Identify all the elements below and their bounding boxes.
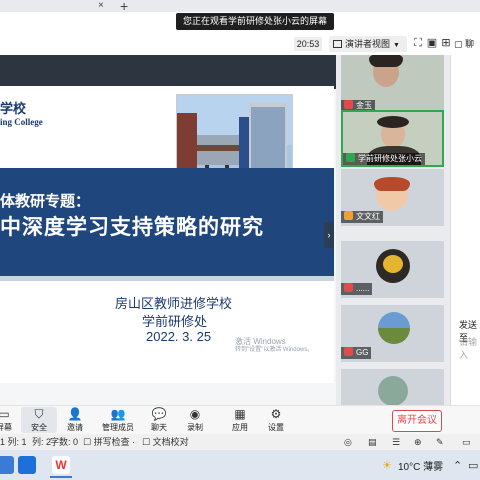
avatar [378, 376, 408, 405]
chat-button[interactable]: 💬 聊天 [141, 407, 177, 433]
member-list-icon[interactable]: ⊞ [440, 37, 452, 49]
slide-title: 中深度学习支持策略的研究 [0, 216, 264, 239]
slide-department: 学前研修处 [142, 314, 208, 329]
view-grid-icon [333, 40, 342, 48]
invite-label: 邀请 [67, 423, 83, 432]
record-button[interactable]: ◉ 录制 [177, 407, 213, 433]
layout-icon[interactable]: ▣ [426, 37, 438, 49]
meeting-timer: 20:53 [294, 37, 322, 51]
slide-date: 2022. 3. 25 [146, 329, 212, 344]
user-icon [344, 211, 353, 220]
invite-icon: 👤 [67, 407, 83, 421]
participant-tile[interactable]: 金玉 [341, 55, 444, 112]
participant-name: 金玉 [356, 101, 372, 110]
tray-icon[interactable]: ▭ [468, 459, 478, 472]
security-label: 安全 [31, 423, 47, 432]
weather-icon[interactable]: ☀ [382, 459, 392, 472]
slide-school-name: 学校 [0, 101, 27, 116]
gear-icon: ⚙ [270, 407, 282, 421]
record-label: 录制 [187, 423, 203, 432]
spell-check-label: 拼写检查 · [93, 437, 136, 447]
zoom-icon[interactable]: ▭ [462, 434, 471, 450]
participant-tile[interactable]: 文文红 [341, 169, 444, 226]
participant-name-tag: GG [341, 347, 372, 359]
slide-school-english: ing College [0, 117, 43, 127]
share-screen-label: 屏幕 [0, 423, 12, 432]
weather-text[interactable]: 10°C 薄雾 [398, 458, 443, 473]
slide-top-band [0, 55, 336, 89]
screen-share-banner: 您正在观看学前研修处张小云的屏幕 [176, 13, 334, 30]
chat-icon: ▢ [454, 39, 463, 49]
share-screen-button[interactable]: ▭ 屏幕 [0, 407, 22, 433]
page-view-icon[interactable]: ▤ [368, 434, 377, 450]
spell-check-button[interactable]: ☐ 拼写检查 · [83, 434, 135, 450]
slide-subtitle: 体教研专题： [0, 193, 91, 210]
chevron-down-icon: ▼ [393, 42, 400, 49]
taskbar-app-icon[interactable] [0, 456, 14, 474]
view-mode-label: 演讲者视图 [345, 39, 391, 49]
windows-activation-watermark: 激活 Windows 转到"设置"以激活 Windows。 [235, 337, 313, 355]
mic-on-icon [346, 153, 355, 162]
shield-icon: ⛉ [34, 407, 44, 421]
chat-button-label: 聊天 [151, 423, 167, 432]
proofread-label: 文档校对 [152, 437, 189, 447]
record-icon: ◉ [189, 407, 201, 421]
wps-icon[interactable]: W [52, 456, 70, 474]
participant-tile[interactable]: GG [341, 305, 444, 362]
participant-tile[interactable] [341, 369, 444, 405]
fullscreen-icon[interactable]: ⛶ [412, 37, 424, 49]
meeting-window: × + 您正在观看学前研修处张小云的屏幕 20:53 演讲者视图 ▼ ⛶ ▣ ⊞ … [0, 0, 480, 480]
settings-label: 设置 [268, 423, 284, 432]
participant-name-tag: ...... [341, 283, 373, 295]
settings-button[interactable]: ⚙ 设置 [258, 407, 294, 433]
chevron-up-icon[interactable]: ⌃ [453, 459, 462, 472]
active-app-indicator [50, 476, 72, 478]
edit-icon[interactable]: ✎ [436, 434, 444, 450]
section-count: 列: 2 [32, 437, 52, 447]
apps-label: 应用 [232, 423, 248, 432]
document-icon: ☐ [142, 437, 151, 447]
participant-name-tag: 学前研修处张小云 [343, 153, 425, 165]
chat-input[interactable]: 请输入 [459, 335, 480, 361]
participant-name-tag: 文文红 [341, 211, 383, 223]
apps-icon: ▦ [234, 407, 246, 421]
security-button[interactable]: ⛉ 安全 [21, 407, 57, 433]
members-icon: 👥 [110, 407, 126, 421]
participant-name: ...... [356, 284, 370, 293]
participant-tile-active[interactable]: 学前研修处张小云 [341, 110, 444, 167]
cursor-position: 行: 1 列: 1 [0, 437, 27, 447]
mic-muted-icon [344, 283, 353, 292]
participant-name: 文文红 [356, 212, 380, 221]
invite-button[interactable]: 👤 邀请 [57, 407, 93, 433]
screen-icon: ▭ [0, 407, 10, 421]
leave-meeting-button[interactable]: 离开会议 [392, 410, 442, 432]
close-tab-icon[interactable]: × [98, 0, 104, 11]
proofread-button[interactable]: ☐ 文档校对 [142, 434, 189, 450]
apps-button[interactable]: ▦ 应用 [222, 407, 258, 433]
watermark-line2: 转到"设置"以激活 Windows。 [235, 347, 314, 353]
eye-icon[interactable]: ◎ [344, 434, 352, 450]
participant-tile[interactable]: ...... [341, 241, 444, 298]
mic-muted-icon [344, 347, 353, 356]
slide-title-stripe [0, 276, 334, 281]
web-view-icon[interactable]: ⊕ [414, 434, 422, 450]
mic-muted-icon [344, 100, 353, 109]
participant-name: GG [356, 348, 369, 357]
slide-organization: 房山区教师进修学校 [115, 296, 233, 311]
word-count[interactable]: 字数: 0 [50, 434, 78, 450]
checkbox-icon: ☐ [83, 437, 92, 447]
layout-view-icon[interactable]: ☰ [392, 434, 400, 450]
chat-bubble-icon: 💬 [151, 407, 167, 421]
watermark-line1: 激活 Windows [235, 337, 286, 346]
collapse-panel-icon[interactable]: › [324, 222, 334, 248]
browser-tab-strip [0, 0, 480, 12]
tencent-meeting-icon[interactable] [18, 456, 36, 474]
view-mode-button[interactable]: 演讲者视图 ▼ [329, 36, 407, 52]
participant-name: 学前研修处张小云 [358, 154, 422, 163]
